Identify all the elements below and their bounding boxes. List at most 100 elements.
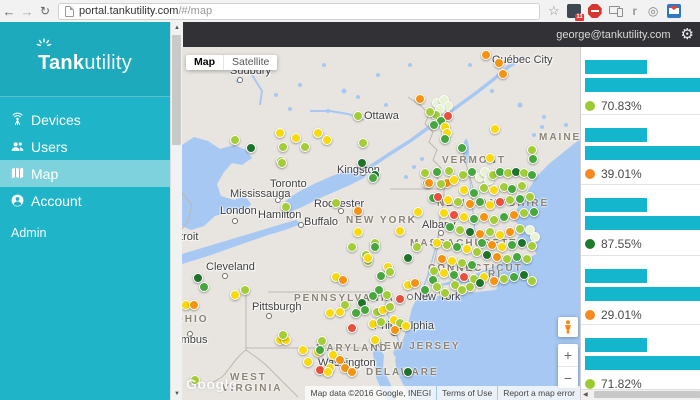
device-marker[interactable] — [298, 345, 308, 355]
device-marker[interactable] — [507, 240, 517, 250]
device-marker[interactable] — [317, 336, 327, 346]
device-marker[interactable] — [459, 185, 469, 195]
device-marker[interactable] — [230, 135, 240, 145]
device-marker[interactable] — [370, 335, 380, 345]
device-marker[interactable] — [303, 357, 313, 367]
device-marker[interactable] — [529, 207, 539, 217]
device-marker[interactable] — [403, 367, 413, 377]
device-marker[interactable] — [439, 208, 449, 218]
r-extension-icon[interactable]: r — [630, 4, 640, 18]
sidebar-item-admin[interactable]: Admin — [0, 226, 170, 240]
device-marker[interactable] — [437, 254, 447, 264]
device-marker[interactable] — [475, 229, 485, 239]
device-marker[interactable] — [230, 290, 240, 300]
device-marker[interactable] — [385, 267, 395, 277]
map-type-button[interactable]: Map — [186, 55, 223, 70]
device-marker[interactable] — [457, 143, 467, 153]
device-marker[interactable] — [370, 242, 380, 252]
device-marker[interactable] — [353, 111, 363, 121]
device-marker[interactable] — [395, 294, 405, 304]
device-marker[interactable] — [505, 227, 515, 237]
zoom-in-button[interactable]: + — [558, 344, 578, 367]
device-marker[interactable] — [353, 206, 363, 216]
device-marker[interactable] — [363, 253, 373, 263]
device-marker[interactable] — [507, 184, 517, 194]
device-marker[interactable] — [357, 158, 367, 168]
device-marker[interactable] — [376, 271, 386, 281]
satellite-type-button[interactable]: Satellite — [223, 55, 277, 70]
device-marker[interactable] — [527, 276, 537, 286]
device-marker[interactable] — [275, 128, 285, 138]
device-marker[interactable] — [432, 238, 442, 248]
device-marker[interactable] — [291, 133, 301, 143]
device-marker[interactable] — [281, 202, 291, 212]
device-marker[interactable] — [485, 153, 495, 163]
device-marker[interactable] — [447, 256, 457, 266]
device-marker[interactable] — [429, 266, 439, 276]
device-marker[interactable] — [347, 323, 357, 333]
device-marker[interactable] — [368, 173, 378, 183]
device-marker[interactable] — [385, 302, 395, 312]
device-marker[interactable] — [502, 254, 512, 264]
device-marker[interactable] — [313, 128, 323, 138]
street-view-pegman-button[interactable] — [558, 317, 578, 337]
scrollbar-thumb[interactable] — [172, 35, 181, 145]
device-row[interactable]: 87.55% — [581, 185, 700, 256]
device-marker[interactable] — [193, 273, 203, 283]
device-marker[interactable] — [401, 321, 411, 331]
device-marker[interactable] — [322, 135, 332, 145]
settings-gear-icon[interactable] — [681, 27, 694, 42]
device-row[interactable]: 29.01% — [581, 256, 700, 325]
device-marker[interactable] — [449, 175, 459, 185]
device-marker[interactable] — [475, 278, 485, 288]
device-marker[interactable] — [495, 230, 505, 240]
device-marker[interactable] — [495, 197, 505, 207]
device-marker[interactable] — [499, 212, 509, 222]
device-marker[interactable] — [452, 242, 462, 252]
device-marker[interactable] — [440, 288, 450, 298]
device-marker[interactable] — [410, 278, 420, 288]
device-marker[interactable] — [527, 170, 537, 180]
device-marker[interactable] — [425, 107, 435, 117]
device-marker[interactable] — [462, 244, 472, 254]
device-marker[interactable] — [315, 345, 325, 355]
device-marker[interactable] — [347, 242, 357, 252]
device-marker[interactable] — [481, 50, 491, 60]
device-marker[interactable] — [487, 240, 497, 250]
device-marker[interactable] — [338, 275, 348, 285]
device-marker[interactable] — [469, 214, 479, 224]
browser-back-icon[interactable]: ← — [0, 4, 18, 19]
device-marker[interactable] — [457, 258, 467, 268]
device-marker[interactable] — [453, 197, 463, 207]
hscrollbar-thumb[interactable] — [594, 391, 700, 398]
device-marker[interactable] — [331, 198, 341, 208]
device-marker[interactable] — [358, 138, 368, 148]
device-marker[interactable] — [492, 252, 502, 262]
target-extension-icon[interactable]: ◎ — [647, 4, 660, 18]
device-marker[interactable] — [449, 210, 459, 220]
device-marker[interactable] — [347, 367, 357, 377]
device-marker[interactable] — [433, 192, 443, 202]
scroll-left-icon[interactable] — [583, 390, 588, 400]
adblock-icon[interactable] — [588, 4, 602, 18]
device-marker[interactable] — [475, 197, 485, 207]
device-marker[interactable] — [479, 212, 489, 222]
map-canvas[interactable]: MAINEVERMONTNEW HAMPSHIRENEW YORKMASSACH… — [182, 47, 580, 400]
device-marker[interactable] — [525, 192, 535, 202]
device-marker[interactable] — [436, 179, 446, 189]
device-marker[interactable] — [517, 181, 527, 191]
horizontal-scrollbar[interactable] — [581, 389, 700, 400]
device-marker[interactable] — [424, 178, 434, 188]
device-marker[interactable] — [490, 124, 500, 134]
device-marker[interactable] — [527, 241, 537, 251]
device-marker[interactable] — [455, 225, 465, 235]
device-marker[interactable] — [469, 188, 479, 198]
device-marker[interactable] — [472, 247, 482, 257]
sidebar-item-devices[interactable]: Devices — [0, 106, 170, 133]
device-marker[interactable] — [277, 158, 287, 168]
device-marker[interactable] — [360, 305, 370, 315]
device-marker[interactable] — [323, 367, 333, 377]
browser-forward-icon[interactable]: → — [18, 4, 36, 19]
device-marker[interactable] — [505, 195, 515, 205]
device-marker[interactable] — [199, 282, 209, 292]
